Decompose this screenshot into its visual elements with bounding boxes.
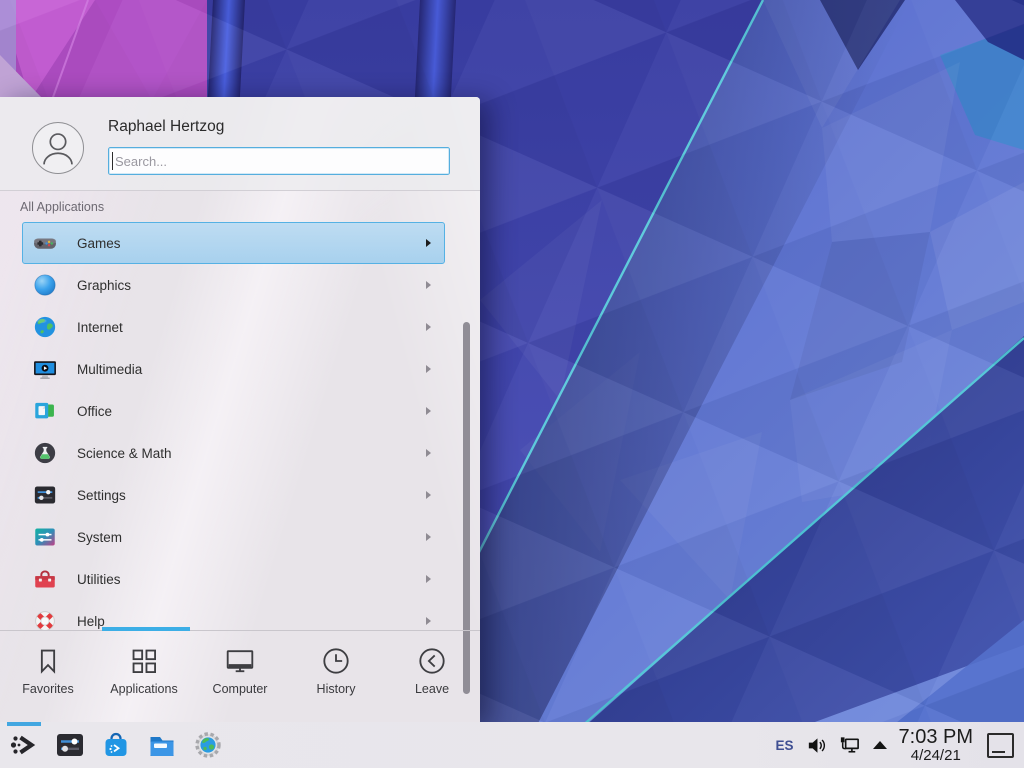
system-settings-button[interactable] bbox=[54, 729, 86, 761]
system-tray: ES 7:03 PM 4/24/21 bbox=[776, 727, 1019, 764]
system-icon bbox=[32, 524, 58, 550]
show-desktop-button[interactable] bbox=[987, 733, 1014, 758]
digital-clock[interactable]: 7:03 PM 4/24/21 bbox=[897, 727, 975, 764]
search-input[interactable] bbox=[108, 147, 450, 175]
bookmark-icon bbox=[32, 645, 64, 677]
category-label: System bbox=[77, 530, 122, 545]
application-launcher-button[interactable] bbox=[8, 729, 40, 761]
grid-icon bbox=[128, 645, 160, 677]
desktop: Raphael Hertzog All Applications Games bbox=[0, 0, 1024, 768]
submenu-arrow-icon bbox=[426, 365, 431, 373]
application-launcher-menu: Raphael Hertzog All Applications Games bbox=[0, 97, 480, 722]
science-math-icon bbox=[32, 440, 58, 466]
category-row-graphics[interactable]: Graphics bbox=[22, 264, 445, 306]
network-button[interactable] bbox=[838, 734, 861, 757]
category-label: Settings bbox=[77, 488, 126, 503]
volume-button[interactable] bbox=[805, 734, 828, 757]
category-label: Graphics bbox=[77, 278, 131, 293]
category-row-internet[interactable]: Internet bbox=[22, 306, 445, 348]
discover-icon bbox=[100, 729, 132, 761]
file-manager-button[interactable] bbox=[146, 729, 178, 761]
category-label: Office bbox=[77, 404, 112, 419]
tab-leave[interactable]: Leave bbox=[384, 631, 480, 722]
discover-button[interactable] bbox=[100, 729, 132, 761]
category-list: Games Graphics bbox=[0, 222, 480, 630]
person-icon bbox=[33, 123, 83, 173]
volume-icon bbox=[805, 734, 828, 757]
submenu-arrow-icon bbox=[426, 449, 431, 457]
taskbar-launchers bbox=[8, 729, 224, 761]
application-launcher-icon bbox=[8, 729, 40, 761]
graphics-icon bbox=[32, 272, 58, 298]
user-name: Raphael Hertzog bbox=[108, 118, 224, 136]
clock-time: 7:03 PM bbox=[899, 727, 973, 748]
category-label: Utilities bbox=[77, 572, 121, 587]
settings-icon bbox=[32, 482, 58, 508]
user-avatar[interactable] bbox=[32, 122, 84, 174]
submenu-arrow-icon bbox=[426, 323, 431, 331]
tab-label: Applications bbox=[110, 682, 177, 696]
clock-date: 4/24/21 bbox=[899, 748, 973, 764]
active-tab-indicator bbox=[102, 627, 190, 631]
category-row-games[interactable]: Games bbox=[22, 222, 445, 264]
tab-computer[interactable]: Computer bbox=[192, 631, 288, 722]
section-label: All Applications bbox=[20, 200, 104, 214]
help-icon bbox=[32, 608, 58, 630]
category-label: Science & Math bbox=[77, 446, 172, 461]
leave-circle-icon bbox=[416, 645, 448, 677]
category-label: Multimedia bbox=[77, 362, 142, 377]
launcher-body: All Applications Games bbox=[0, 191, 480, 630]
tab-favorites[interactable]: Favorites bbox=[0, 631, 96, 722]
category-label: Help bbox=[77, 614, 105, 629]
utilities-icon bbox=[32, 566, 58, 592]
network-icon bbox=[838, 734, 861, 757]
monitor-icon bbox=[224, 645, 256, 677]
expand-tray-button[interactable] bbox=[873, 741, 887, 749]
system-settings-icon bbox=[54, 729, 86, 761]
submenu-arrow-icon bbox=[426, 239, 431, 247]
launcher-header: Raphael Hertzog bbox=[0, 97, 480, 191]
internet-icon bbox=[32, 314, 58, 340]
tab-label: History bbox=[317, 682, 356, 696]
games-icon bbox=[32, 230, 58, 256]
category-label: Games bbox=[77, 236, 121, 251]
launcher-tab-bar: Favorites Applications Computer bbox=[0, 630, 480, 722]
taskbar-panel: ES 7:03 PM 4/24/21 bbox=[0, 722, 1024, 768]
web-browser-icon bbox=[192, 729, 224, 761]
submenu-arrow-icon bbox=[426, 533, 431, 541]
submenu-arrow-icon bbox=[426, 617, 431, 625]
category-row-multimedia[interactable]: Multimedia bbox=[22, 348, 445, 390]
file-manager-icon bbox=[146, 729, 178, 761]
category-label: Internet bbox=[77, 320, 123, 335]
tab-label: Favorites bbox=[22, 682, 73, 696]
web-browser-button[interactable] bbox=[192, 729, 224, 761]
submenu-arrow-icon bbox=[426, 281, 431, 289]
tab-history[interactable]: History bbox=[288, 631, 384, 722]
clock-icon bbox=[320, 645, 352, 677]
category-row-office[interactable]: Office bbox=[22, 390, 445, 432]
category-row-help[interactable]: Help bbox=[22, 600, 445, 630]
text-caret bbox=[112, 152, 113, 170]
submenu-arrow-icon bbox=[426, 575, 431, 583]
tab-label: Leave bbox=[415, 682, 449, 696]
category-row-settings[interactable]: Settings bbox=[22, 474, 445, 516]
tab-label: Computer bbox=[213, 682, 268, 696]
submenu-arrow-icon bbox=[426, 491, 431, 499]
keyboard-layout-indicator[interactable]: ES bbox=[776, 738, 794, 753]
multimedia-icon bbox=[32, 356, 58, 382]
category-row-science-math[interactable]: Science & Math bbox=[22, 432, 445, 474]
office-icon bbox=[32, 398, 58, 424]
category-row-system[interactable]: System bbox=[22, 516, 445, 558]
active-task-indicator bbox=[7, 722, 41, 726]
submenu-arrow-icon bbox=[426, 407, 431, 415]
tab-applications[interactable]: Applications bbox=[96, 631, 192, 722]
category-row-utilities[interactable]: Utilities bbox=[22, 558, 445, 600]
